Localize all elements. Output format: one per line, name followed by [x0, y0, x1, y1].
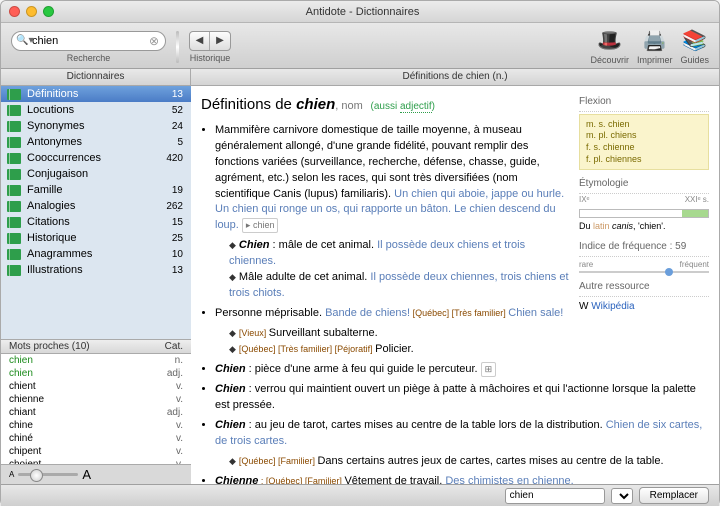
zoom-slider[interactable]	[18, 473, 78, 476]
sidebar-item-locutions[interactable]: Locutions52	[1, 102, 191, 118]
guides-button[interactable]: 📚Guides	[680, 28, 709, 65]
sidebar-item-antonymes[interactable]: Antonymes5	[1, 134, 191, 150]
etym-header: Étymologie	[579, 176, 709, 194]
sidebar-item-définitions[interactable]: Définitions13	[1, 86, 191, 102]
printer-icon: 🖨️	[642, 28, 667, 53]
replace-select[interactable]	[611, 488, 633, 504]
window-title: Antidote - Dictionnaires	[14, 6, 711, 18]
book-icon	[7, 185, 21, 196]
resource-header: Autre ressource	[579, 279, 709, 297]
book-icon	[7, 153, 21, 164]
freq-bar	[579, 271, 709, 273]
sidebar-item-anagrammes[interactable]: Anagrammes10	[1, 246, 191, 262]
sidebar-header: Dictionnaires	[1, 69, 191, 85]
toolbar-divider	[176, 31, 179, 63]
flexion-box: m. s. chienm. pl. chiensf. s. chiennef. …	[579, 114, 709, 171]
print-button[interactable]: 🖨️Imprimer	[637, 28, 673, 65]
freq-header: Indice de fréquence : 59	[579, 239, 709, 257]
etym-bar	[579, 209, 709, 218]
book-icon	[7, 169, 21, 180]
near-word-row[interactable]: chienn.	[1, 354, 191, 367]
book-icon	[7, 201, 21, 212]
definition-pane[interactable]: Flexion m. s. chienm. pl. chiensf. s. ch…	[191, 86, 719, 484]
history-label: Historique	[190, 53, 231, 63]
book-icon	[7, 249, 21, 260]
near-word-row[interactable]: chipentv.	[1, 445, 191, 458]
sidebar-item-conjugaison[interactable]: Conjugaison	[1, 166, 191, 182]
replace-field[interactable]	[505, 488, 605, 504]
sidebar-item-citations[interactable]: Citations15	[1, 214, 191, 230]
zoom-control[interactable]: A A	[1, 464, 191, 484]
near-word-row[interactable]: chinev.	[1, 419, 191, 432]
book-icon	[7, 233, 21, 244]
near-word-row[interactable]: chienadj.	[1, 367, 191, 380]
history-forward-icon[interactable]: ▶	[210, 32, 230, 50]
also-adjective-link[interactable]: adjectif	[400, 101, 432, 113]
near-word-row[interactable]: chiantadj.	[1, 406, 191, 419]
book-icon	[7, 265, 21, 276]
near-words-header: Mots proches (10)Cat.	[1, 339, 191, 354]
near-word-row[interactable]: chiennev.	[1, 393, 191, 406]
search-input[interactable]	[32, 35, 149, 47]
near-word-row[interactable]: chinév.	[1, 432, 191, 445]
search-icon: 🔍▾	[16, 35, 33, 46]
sidebar-item-cooccurrences[interactable]: Cooccurrences420	[1, 150, 191, 166]
sidebar-item-historique[interactable]: Historique25	[1, 230, 191, 246]
sidebar-item-illustrations[interactable]: Illustrations13	[1, 262, 191, 278]
book-icon	[7, 121, 21, 132]
clear-search-icon[interactable]: ⊗	[149, 34, 159, 48]
expand-icon[interactable]: ⊞	[481, 362, 497, 377]
sidebar-item-synonymes[interactable]: Synonymes24	[1, 118, 191, 134]
content-header: Définitions de chien (n.)	[191, 69, 719, 85]
replace-button[interactable]: Remplacer	[639, 487, 709, 504]
hat-icon: 🎩	[597, 28, 622, 53]
search-label: Recherche	[67, 53, 111, 63]
discover-button[interactable]: 🎩Découvrir	[590, 28, 629, 65]
book-icon	[7, 217, 21, 228]
history-back-icon[interactable]: ◀	[190, 32, 210, 50]
search-input-wrap[interactable]: 🔍▾ ⊗	[11, 31, 166, 51]
sidebar-item-analogies[interactable]: Analogies262	[1, 198, 191, 214]
wikipedia-link[interactable]: Wikipédia	[591, 301, 634, 312]
book-icon	[7, 105, 21, 116]
books-icon: 📚	[682, 28, 707, 53]
history-nav[interactable]: ◀ ▶	[189, 31, 231, 51]
sidebar-item-famille[interactable]: Famille19	[1, 182, 191, 198]
near-word-row[interactable]: chientv.	[1, 380, 191, 393]
book-icon	[7, 89, 21, 100]
expand-chip[interactable]: ▸ chien	[242, 218, 279, 233]
book-icon	[7, 137, 21, 148]
flexion-header: Flexion	[579, 94, 709, 112]
